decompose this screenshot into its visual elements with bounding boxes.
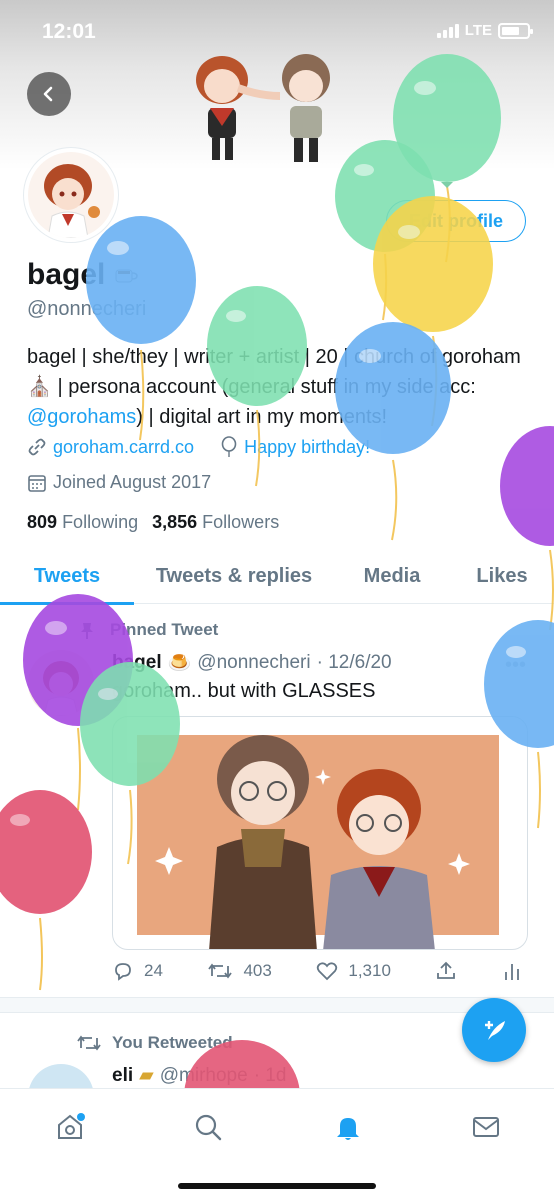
nav-messages[interactable] (466, 1107, 506, 1147)
retweet-time: · 1d (253, 1064, 287, 1086)
tweet-actions: 24 403 1,310 (112, 960, 522, 982)
signal-icon (436, 23, 459, 38)
display-name-text: bagel (27, 258, 106, 291)
tab-likes[interactable]: Likes (450, 548, 554, 604)
tweet-date: · 12/6/20 (316, 652, 392, 673)
tweet-author-name[interactable]: bagel (112, 652, 162, 674)
pinned-tweet-label: Pinned Tweet (110, 620, 219, 639)
notifications-bell-icon (337, 1118, 359, 1140)
website-item[interactable]: goroham.carrd.co (27, 436, 194, 458)
status-time: 12:01 (42, 20, 96, 43)
retweeted-label: You Retweeted (112, 1033, 233, 1052)
messages-icon (473, 1117, 499, 1137)
nav-home[interactable] (50, 1107, 90, 1147)
profile-bio: bagel | she/they | writer + artist | 20 … (27, 342, 537, 432)
reply-icon (115, 963, 131, 981)
retweet-icon (208, 963, 233, 979)
website-link[interactable]: goroham.carrd.co (53, 437, 194, 458)
reply-button[interactable]: 24 (112, 960, 163, 982)
home-icon (58, 1113, 85, 1139)
retweet-count: 403 (243, 961, 272, 980)
search-icon (195, 1114, 222, 1141)
tab-tweets-replies[interactable]: Tweets & replies (134, 548, 334, 604)
network-label: LTE (464, 22, 492, 39)
banner-illustration (196, 54, 330, 162)
retweet-icon (77, 1035, 101, 1051)
heart-icon (317, 962, 338, 981)
status-bar: 12:01 LTE (0, 0, 554, 66)
tweet-more-icon[interactable]: ••• (505, 654, 526, 677)
battery-icon (498, 22, 533, 39)
coffee-emoji-icon (115, 269, 139, 283)
ticket-emoji-icon: ▰ (139, 1065, 154, 1086)
profile-handle: @nonnecheri (27, 298, 147, 320)
tweet-media-image[interactable] (112, 716, 528, 950)
tweet-artwork (137, 735, 499, 949)
analytics-button[interactable] (502, 960, 522, 982)
bio-text-2: | persona account (general stuff in my s… (51, 376, 476, 398)
bio-text-3: ) | digital art in my moments! (136, 406, 388, 428)
tweet-avatar-illustration (28, 650, 94, 716)
profile-display-name: bagel (27, 258, 139, 292)
joined-date: Joined August 2017 (27, 472, 211, 493)
tweet-author-handle: @nonnecheri (197, 652, 311, 673)
back-button[interactable] (27, 72, 71, 116)
following-count: 809 (27, 512, 58, 532)
tweet-header: bagel 🍮 @nonnecheri · 12/6/20 (112, 651, 392, 675)
profile-avatar[interactable] (24, 148, 118, 242)
profile-tabs: Tweets Tweets & replies Media Likes (0, 548, 554, 605)
bio-text-1: bagel | she/they | writer + artist | 20 … (27, 346, 521, 368)
following-stat[interactable]: 809 Following (27, 512, 138, 533)
compose-tweet-button[interactable] (462, 998, 526, 1062)
chevron-left-icon (43, 86, 53, 102)
like-count: 1,310 (348, 961, 391, 980)
share-icon (437, 961, 456, 979)
reply-count: 24 (144, 961, 163, 980)
tab-tweets[interactable]: Tweets (0, 548, 134, 605)
calendar-icon (28, 474, 46, 492)
birthday-item: Happy birthday! (220, 436, 370, 458)
avatar-illustration (28, 152, 114, 238)
share-button[interactable] (435, 960, 457, 982)
like-button[interactable]: 1,310 (316, 960, 391, 982)
retweet-button[interactable]: 403 (207, 960, 272, 982)
joined-text: Joined August 2017 (53, 472, 212, 492)
tweet-text: goroham.. but with GLASSES (112, 680, 376, 702)
home-indicator (178, 1183, 376, 1189)
followers-stat[interactable]: 3,856 Followers (152, 512, 279, 533)
followers-label: Followers (202, 512, 280, 532)
tab-media[interactable]: Media (334, 548, 450, 604)
tweet-avatar[interactable] (28, 650, 94, 716)
edit-profile-button[interactable]: Edit profile (386, 200, 526, 242)
birthday-text[interactable]: Happy birthday! (244, 437, 370, 458)
analytics-icon (505, 964, 519, 980)
pin-icon (81, 623, 93, 639)
balloon-icon (0, 790, 92, 991)
status-indicators: LTE (436, 22, 533, 39)
follow-stats: 809 Following 3,856 Followers (27, 512, 279, 533)
retweet-author-handle: @mirhope (159, 1064, 248, 1086)
bio-mention-link[interactable]: @gorohams (27, 406, 136, 428)
nav-search[interactable] (188, 1107, 228, 1147)
compose-feather-icon (485, 1021, 505, 1040)
church-emoji-icon: ⛪ (27, 376, 52, 398)
retweet-author-name[interactable]: eli (112, 1065, 133, 1087)
link-icon (28, 438, 46, 456)
pudding-emoji-icon: 🍮 (167, 653, 192, 674)
followers-count: 3,856 (152, 512, 198, 532)
balloon-icon (221, 436, 237, 457)
nav-notifications[interactable] (328, 1107, 368, 1147)
retweeted-label-row: You Retweeted (76, 1032, 233, 1054)
following-label: Following (62, 512, 139, 532)
retweet-header: eli ▰ @mirhope · 1d (112, 1064, 286, 1087)
profile-meta: goroham.carrd.co Happy birthday! (27, 436, 370, 458)
